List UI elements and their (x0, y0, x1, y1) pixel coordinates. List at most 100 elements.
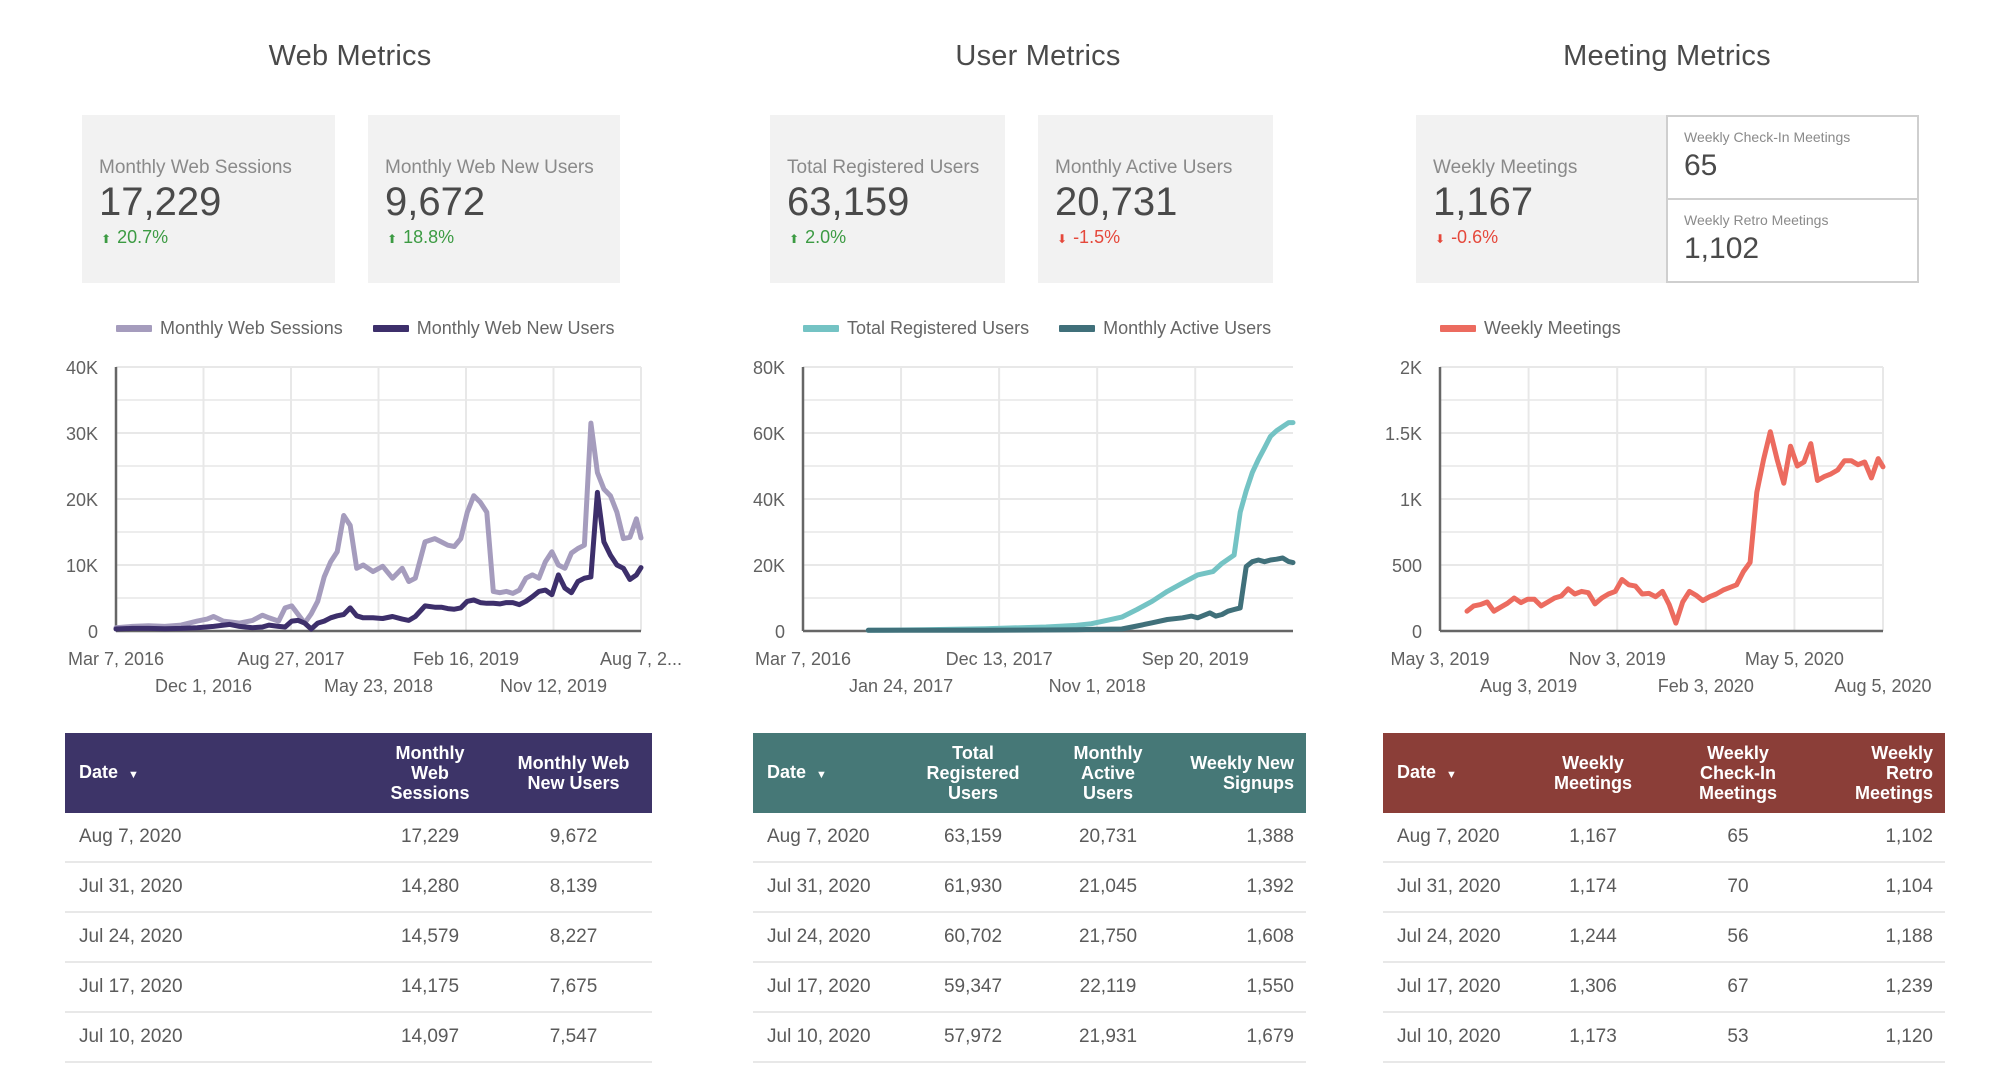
x-tick-label: Aug 3, 2019 (1480, 676, 1577, 696)
x-tick-label: Jan 24, 2017 (849, 676, 953, 696)
cell-date: Jul 31, 2020 (65, 862, 365, 913)
column-header-date[interactable]: Date ▼ (753, 733, 903, 813)
cell-value: 67 (1663, 962, 1813, 1013)
x-tick-label: Nov 12, 2019 (500, 676, 607, 696)
table-row[interactable]: Aug 7, 2020 63,159 20,731 1,388 (753, 813, 1306, 863)
cell-value: 1,306 (1523, 962, 1663, 1013)
cell-value: 14,280 (365, 862, 495, 913)
table-row[interactable]: Jul 10, 2020 14,097 7,547 (65, 1012, 652, 1063)
cell-value: 7,675 (495, 962, 652, 1013)
cell-value: 21,750 (1043, 912, 1173, 963)
column-header[interactable]: Weekly Retro Meetings (1813, 733, 1945, 813)
cell-value: 7,547 (495, 1012, 652, 1063)
y-tick-label: 40K (66, 358, 98, 378)
cell-value: 1,679 (1173, 1012, 1306, 1063)
table-row[interactable]: Aug 7, 2020 1,167 65 1,102 (1383, 813, 1945, 863)
cell-date: Jul 10, 2020 (753, 1012, 903, 1063)
table-row[interactable]: Jul 31, 2020 14,280 8,139 (65, 862, 652, 913)
sort-desc-icon[interactable]: ▼ (128, 769, 139, 781)
x-tick-label: May 5, 2020 (1745, 649, 1844, 669)
y-tick-label: 2K (1400, 358, 1422, 378)
cell-value: 17,229 (365, 813, 495, 863)
table-row[interactable]: Jul 10, 2020 57,972 21,931 1,679 (753, 1012, 1306, 1063)
column-header[interactable]: Monthly Web Sessions (365, 733, 495, 813)
table-body: Aug 7, 2020 17,229 9,672 Jul 31, 2020 14,280… (65, 813, 652, 1063)
cell-date: Jul 10, 2020 (1383, 1012, 1523, 1063)
cell-value: 1,188 (1813, 912, 1945, 963)
table-row[interactable]: Jul 24, 2020 60,702 21,750 1,608 (753, 912, 1306, 963)
sort-desc-icon[interactable]: ▼ (1446, 769, 1457, 781)
sort-desc-icon[interactable]: ▼ (816, 769, 827, 781)
x-tick-label: Feb 3, 2020 (1658, 676, 1754, 696)
table-row[interactable]: Aug 7, 2020 17,229 9,672 (65, 813, 652, 863)
table-user: Date ▼ Total Registered Users Monthly Act… (753, 733, 1306, 1063)
table-header-row: Date ▼ Weekly Meetings Weekly Check-In Me… (1383, 733, 1945, 813)
table-body: Aug 7, 2020 1,167 65 1,102 Jul 31, 2020 1,174… (1383, 813, 1945, 1063)
column-header[interactable]: Total Registered Users (903, 733, 1043, 813)
cell-value: 22,119 (1043, 962, 1173, 1013)
table-row[interactable]: Jul 17, 2020 14,175 7,675 (65, 962, 652, 1013)
x-tick-label: May 3, 2019 (1390, 649, 1489, 669)
cell-value: 8,227 (495, 912, 652, 963)
y-tick-label: 0 (775, 622, 785, 642)
column-header-date[interactable]: Date ▼ (1383, 733, 1523, 813)
column-header-date[interactable]: Date ▼ (65, 733, 365, 813)
cell-value: 1,388 (1173, 813, 1306, 863)
cell-value: 1,239 (1813, 962, 1945, 1013)
x-tick-label: Nov 3, 2019 (1569, 649, 1666, 669)
cell-value: 63,159 (903, 813, 1043, 863)
table-row[interactable]: Jul 24, 2020 1,244 56 1,188 (1383, 912, 1945, 963)
charts-canvas: 0 10K 20K 30K 40K Mar 7, 2016 Dec 1, 2016 Aug 2… (66, 358, 1932, 696)
cell-value: 1,174 (1523, 862, 1663, 913)
cell-value: 14,579 (365, 912, 495, 963)
y-tick-label: 20K (66, 490, 98, 510)
y-tick-label: 20K (753, 556, 785, 576)
column-header[interactable]: Weekly Check-In Meetings (1663, 733, 1813, 813)
cell-value: 57,972 (903, 1012, 1043, 1063)
table-row[interactable]: Jul 10, 2020 1,173 53 1,120 (1383, 1012, 1945, 1063)
cell-date: Jul 31, 2020 (1383, 862, 1523, 913)
x-tick-label: Aug 5, 2020 (1834, 676, 1931, 696)
y-tick-label: 1.5K (1385, 424, 1422, 444)
cell-date: Aug 7, 2020 (753, 813, 903, 863)
column-header[interactable]: Monthly Web New Users (495, 733, 652, 813)
cell-date: Jul 10, 2020 (65, 1012, 365, 1063)
y-tick-label: 1K (1400, 490, 1422, 510)
table-row[interactable]: Jul 24, 2020 14,579 8,227 (65, 912, 652, 963)
table-row[interactable]: Jul 31, 2020 61,930 21,045 1,392 (753, 862, 1306, 913)
x-tick-label: May 23, 2018 (324, 676, 433, 696)
x-tick-label: Dec 1, 2016 (155, 676, 252, 696)
y-tick-label: 0 (1412, 622, 1422, 642)
cell-value: 1,244 (1523, 912, 1663, 963)
cell-value: 1,608 (1173, 912, 1306, 963)
cell-date: Jul 17, 2020 (1383, 962, 1523, 1013)
cell-value: 20,731 (1043, 813, 1173, 863)
y-tick-label: 10K (66, 556, 98, 576)
cell-date: Jul 24, 2020 (1383, 912, 1523, 963)
cell-date: Jul 17, 2020 (753, 962, 903, 1013)
table-row[interactable]: Jul 31, 2020 1,174 70 1,104 (1383, 862, 1945, 913)
cell-value: 65 (1663, 813, 1813, 863)
x-tick-label: Aug 7, 2... (600, 649, 682, 669)
table-header-row: Date ▼ Monthly Web Sessions Monthly Web N… (65, 733, 652, 813)
x-tick-label: Nov 1, 2018 (1049, 676, 1146, 696)
column-header[interactable]: Weekly Meetings (1523, 733, 1663, 813)
cell-value: 1,173 (1523, 1012, 1663, 1063)
series-line-total-registered-users (865, 420, 1296, 633)
x-tick-label: Mar 7, 2016 (68, 649, 164, 669)
cell-value: 70 (1663, 862, 1813, 913)
cell-value: 14,175 (365, 962, 495, 1013)
cell-value: 14,097 (365, 1012, 495, 1063)
table-row[interactable]: Jul 17, 2020 1,306 67 1,239 (1383, 962, 1945, 1013)
cell-date: Jul 17, 2020 (65, 962, 365, 1013)
column-header[interactable]: Weekly New Signups (1173, 733, 1306, 813)
x-tick-label: Sep 20, 2019 (1142, 649, 1249, 669)
table-meeting: Date ▼ Weekly Meetings Weekly Check-In Me… (1383, 733, 1945, 1063)
column-header[interactable]: Monthly Active Users (1043, 733, 1173, 813)
x-tick-label: Mar 7, 2016 (755, 649, 851, 669)
table-body: Aug 7, 2020 63,159 20,731 1,388 Jul 31, 2020… (753, 813, 1306, 1063)
cell-date: Jul 24, 2020 (753, 912, 903, 963)
cell-date: Jul 24, 2020 (65, 912, 365, 963)
y-tick-label: 60K (753, 424, 785, 444)
table-row[interactable]: Jul 17, 2020 59,347 22,119 1,550 (753, 962, 1306, 1013)
